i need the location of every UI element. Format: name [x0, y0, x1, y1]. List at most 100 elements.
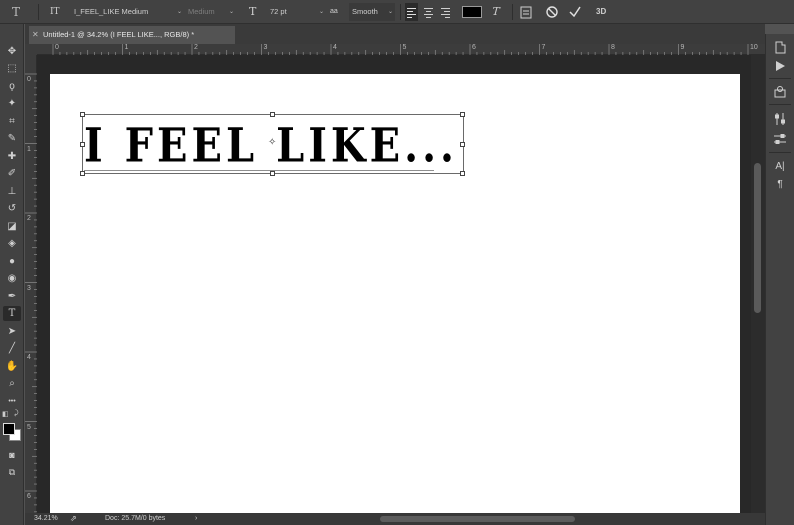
3d-label: 3D	[596, 7, 607, 16]
properties-icon[interactable]	[771, 132, 789, 146]
horizontal-scrollbar-thumb[interactable]	[380, 516, 575, 522]
history-brush-tool-icon[interactable]: ↺	[3, 201, 21, 216]
align-center-button[interactable]	[422, 3, 435, 21]
move-tool-icon[interactable]: ✥	[3, 44, 21, 59]
commit-button[interactable]	[568, 3, 582, 21]
ruler-label: 1	[27, 145, 31, 153]
character-panel-icon[interactable]: A|	[771, 160, 789, 174]
ruler-label: 9	[680, 44, 685, 51]
anti-alias-value: Smooth	[352, 7, 378, 16]
document-info[interactable]: Doc: 25.7M/0 bytes	[105, 513, 165, 525]
transform-center-icon[interactable]: ✧	[268, 137, 276, 148]
foreground-color-swatch[interactable]	[3, 423, 15, 435]
ruler-label: 4	[27, 354, 31, 361]
separator	[400, 4, 401, 20]
eyedropper-tool-icon[interactable]: ✎	[3, 131, 21, 146]
vertical-scrollbar-thumb[interactable]	[754, 163, 761, 313]
play-actions-icon[interactable]	[771, 59, 789, 73]
type-tool-preset-icon[interactable]: T	[12, 3, 28, 21]
chevron-down-icon: ⌄	[176, 9, 182, 15]
eraser-tool-icon[interactable]: ◪	[3, 219, 21, 234]
close-tab-icon[interactable]: ✕	[32, 26, 39, 44]
share-icon[interactable]: ⇗	[70, 513, 77, 525]
ruler-label: 5	[27, 423, 31, 431]
photoshop-window: T IT I_FEEL_LIKE Medium ⌄ Medium ⌄ T 72 …	[0, 0, 794, 525]
status-bar: 34.21% ⇗ Doc: 25.7M/0 bytes ›	[25, 513, 765, 525]
tools-panel: ✥ ⬚ ϙ ✦ ⌗ ✎ ✚ ✐ ⊥ ↺ ◪ ◈ ● ◉ ✒ T ➤ ╱ ✋ ⌕ ••• ◧ ⤸ ◙ ⧉	[0, 24, 24, 525]
separator	[769, 78, 791, 79]
align-left-button[interactable]	[405, 3, 418, 21]
screen-mode-icon[interactable]: ⧉	[3, 465, 21, 480]
healing-brush-tool-icon[interactable]: ✚	[3, 149, 21, 164]
font-size-dropdown[interactable]: 72 pt ⌄	[270, 3, 326, 21]
ruler-label: 4	[333, 44, 337, 51]
ruler-label: 6	[27, 493, 31, 500]
text-orientation-icon[interactable]: IT	[50, 3, 64, 21]
ruler-label: 3	[263, 44, 268, 51]
line-tool-icon[interactable]: ╱	[3, 341, 21, 356]
align-left-icon	[407, 8, 416, 18]
text-color-swatch[interactable]	[462, 6, 482, 18]
warp-text-button[interactable]: T	[490, 3, 504, 21]
ruler-corner[interactable]	[25, 44, 37, 55]
properties-glyph	[774, 134, 786, 144]
blur-tool-icon[interactable]: ●	[3, 254, 21, 269]
quick-mask-icon[interactable]: ◙	[3, 448, 21, 463]
vertical-ruler[interactable]: 0 1 2 3 4 5 6	[25, 55, 37, 513]
status-menu-arrow[interactable]: ›	[195, 513, 197, 525]
more-tools-icon[interactable]: •••	[3, 394, 21, 409]
document-canvas[interactable]: I FEEL LIKE... ✧	[50, 74, 740, 513]
zoom-level[interactable]: 34.21%	[34, 513, 58, 525]
paint-bucket-tool-icon[interactable]: ◈	[3, 236, 21, 251]
document-tab[interactable]: ✕ Untitled-1 @ 34.2% (I FEEL LIKE..., RG…	[29, 26, 235, 44]
canvas-work-area[interactable]: I FEEL LIKE... ✧	[37, 55, 751, 513]
document-tab-title: Untitled-1 @ 34.2% (I FEEL LIKE..., RGB/…	[43, 30, 195, 39]
magic-wand-tool-icon[interactable]: ✦	[3, 96, 21, 111]
lasso-tool-icon[interactable]: ϙ	[3, 79, 21, 94]
transform-handle-top-left[interactable]	[80, 112, 85, 117]
vertical-scrollbar[interactable]	[751, 55, 765, 513]
cancel-button[interactable]	[545, 3, 559, 21]
paragraph-panel-icon[interactable]: ¶	[771, 178, 789, 192]
anti-alias-icon: aa	[330, 3, 342, 21]
text-layer[interactable]: I FEEL LIKE... ✧	[80, 112, 465, 176]
horizontal-ruler[interactable]: 0 1 2 3 4 5 6 7 8 9 10	[37, 44, 765, 55]
options-bar: T IT I_FEEL_LIKE Medium ⌄ Medium ⌄ T 72 …	[0, 0, 794, 24]
transform-handle-bottom-right[interactable]	[460, 171, 465, 176]
character-glyph: A|	[775, 161, 785, 172]
dodge-tool-icon[interactable]: ◉	[3, 271, 21, 286]
history-icon[interactable]	[771, 40, 789, 54]
swap-colors-icon[interactable]: ⤸	[14, 410, 18, 418]
transform-handle-top-center[interactable]	[270, 112, 275, 117]
font-family-dropdown[interactable]: I_FEEL_LIKE Medium ⌄	[74, 3, 184, 21]
transform-handle-top-right[interactable]	[460, 112, 465, 117]
brush-tool-icon[interactable]: ✐	[3, 166, 21, 181]
hand-tool-icon[interactable]: ✋	[3, 359, 21, 374]
pen-tool-icon[interactable]: ✒	[3, 289, 21, 304]
anti-alias-dropdown[interactable]: Smooth ⌄	[349, 3, 395, 21]
align-right-button[interactable]	[439, 3, 452, 21]
cancel-icon	[546, 6, 558, 18]
crop-tool-icon[interactable]: ⌗	[3, 114, 21, 129]
transform-handle-middle-right[interactable]	[460, 142, 465, 147]
font-style-dropdown[interactable]: Medium ⌄	[188, 3, 236, 21]
adjustments-icon[interactable]	[771, 112, 789, 126]
chevron-down-icon: ⌄	[387, 9, 393, 15]
clone-stamp-tool-icon[interactable]: ⊥	[3, 184, 21, 199]
path-selection-tool-icon[interactable]: ➤	[3, 324, 21, 339]
transform-handle-middle-left[interactable]	[80, 142, 85, 147]
character-panels-button[interactable]	[519, 3, 533, 21]
font-size-icon: T	[249, 3, 263, 21]
marquee-tool-icon[interactable]: ⬚	[3, 61, 21, 76]
default-colors-icon[interactable]: ◧	[2, 410, 9, 418]
align-right-icon	[441, 8, 450, 18]
transform-handle-bottom-center[interactable]	[270, 171, 275, 176]
ruler-label: 5	[402, 44, 407, 51]
zoom-tool-icon[interactable]: ⌕	[3, 376, 21, 391]
transform-handle-bottom-left[interactable]	[80, 171, 85, 176]
aa-glyph: aa	[330, 8, 338, 15]
type-tool-icon[interactable]: T	[3, 306, 21, 321]
libraries-icon[interactable]	[771, 85, 789, 99]
warp-text-icon: T	[490, 5, 502, 18]
3d-button[interactable]: 3D	[596, 3, 612, 21]
